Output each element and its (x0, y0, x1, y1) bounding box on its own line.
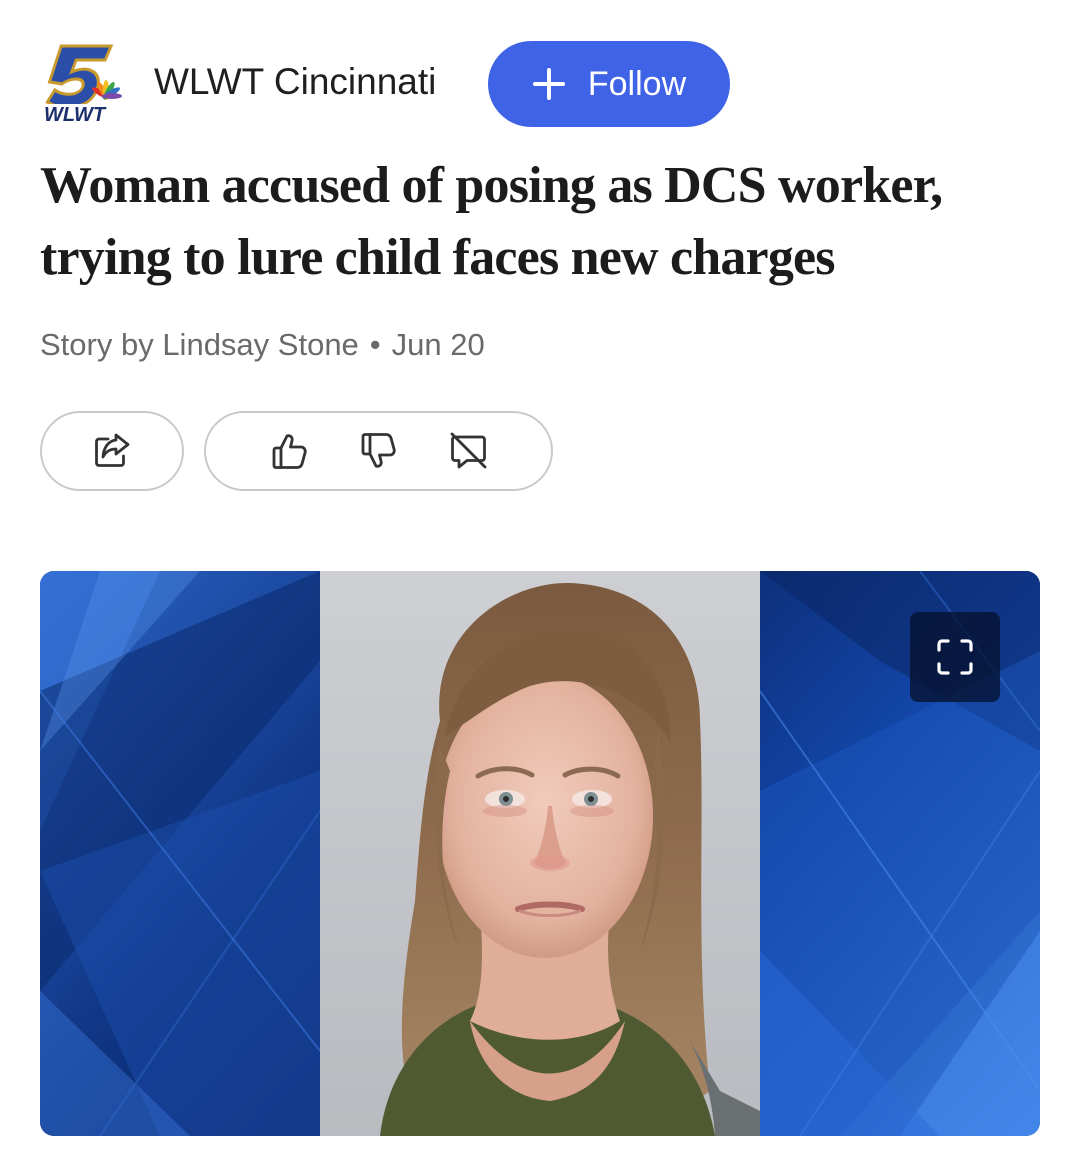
reaction-pill (204, 411, 553, 491)
wlwt-logo[interactable]: WLWT (40, 42, 132, 128)
share-icon (95, 433, 130, 467)
byline: Story by Lindsay Stone • Jun 20 (40, 325, 485, 365)
source-name[interactable]: WLWT Cincinnati (154, 59, 436, 105)
mugshot-photo (320, 571, 760, 1136)
byline-date: Jun 20 (391, 327, 485, 362)
share-pill (40, 411, 184, 491)
thumbs-up-icon (272, 434, 307, 469)
follow-button[interactable]: Follow (488, 41, 730, 127)
comments-button[interactable] (444, 427, 492, 475)
svg-text:WLWT: WLWT (44, 104, 107, 126)
byline-separator: • (369, 327, 381, 362)
byline-author: Story by Lindsay Stone (40, 327, 359, 362)
source-header: WLWT WLWT Cincinnati Follow (40, 40, 1040, 130)
dislike-button[interactable] (355, 427, 403, 475)
hero-image[interactable] (40, 571, 1040, 1136)
expand-image-button[interactable] (910, 612, 1000, 702)
comments-off-icon (450, 432, 487, 469)
follow-button-label: Follow (587, 64, 687, 103)
like-button[interactable] (266, 427, 314, 475)
thumbs-down-icon (361, 433, 396, 468)
plus-icon (532, 68, 565, 100)
share-button[interactable] (88, 427, 136, 475)
expand-icon (937, 639, 973, 675)
article-headline: Woman accused of posing as DCS worker, t… (40, 157, 943, 286)
